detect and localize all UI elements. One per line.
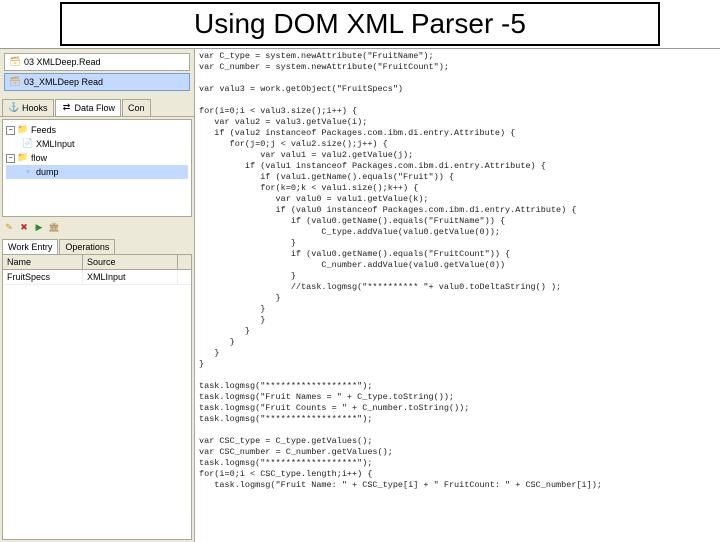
hook-icon: ⚓ [8, 102, 20, 114]
table-row[interactable]: FruitSpecs XMLInput [3, 270, 191, 285]
project-icon: 🗃 [9, 56, 21, 68]
cell-name: FruitSpecs [3, 270, 83, 284]
project-label: 03 XMLDeep.Read [24, 57, 101, 67]
delete-icon[interactable]: ✖ [18, 222, 30, 234]
tab-config[interactable]: Con [122, 99, 151, 116]
project-selector: 🗃 03 XMLDeep.Read 🗃 03_XMLDeep Read [0, 49, 194, 97]
bottom-tabs: Work Entry Operations [0, 237, 194, 254]
tab-hooks[interactable]: ⚓ Hooks [2, 99, 54, 116]
app-frame: 🗃 03 XMLDeep.Read 🗃 03_XMLDeep Read ⚓ Ho… [0, 48, 720, 542]
component-icon: ▫ [22, 166, 34, 178]
collapse-icon[interactable]: − [6, 126, 15, 135]
tree-item-selected[interactable]: ▫ dump [6, 165, 188, 179]
code-editor[interactable]: var C_type = system.newAttribute("FruitN… [195, 49, 720, 542]
tab-workentry[interactable]: Work Entry [2, 239, 58, 254]
folder-icon: 📁 [17, 152, 29, 164]
project-icon: 🗃 [9, 76, 21, 88]
folder-icon: 📁 [17, 124, 29, 136]
left-tabs: ⚓ Hooks ⇄ Data Flow Con [0, 97, 194, 117]
tree-root[interactable]: − 📁 Feeds [6, 123, 188, 137]
tree-panel: − 📁 Feeds 📄 XMLInput − 📁 flow ▫ dump [2, 119, 192, 217]
doc-icon: 📄 [22, 138, 34, 150]
stop-icon[interactable]: 🏛 [48, 222, 60, 234]
tree-item[interactable]: 📄 XMLInput [6, 137, 188, 151]
tab-operations[interactable]: Operations [59, 239, 115, 254]
project-item-selected[interactable]: 🗃 03_XMLDeep Read [4, 73, 190, 91]
slide-title: Using DOM XML Parser -5 [60, 2, 660, 46]
project-label: 03_XMLDeep Read [24, 77, 103, 87]
flow-icon: ⇄ [61, 102, 73, 114]
table-header: Name Source [3, 255, 191, 270]
left-panel: 🗃 03 XMLDeep.Read 🗃 03_XMLDeep Read ⚓ Ho… [0, 49, 195, 542]
col-header-name[interactable]: Name [3, 255, 83, 269]
work-entry-table: Name Source FruitSpecs XMLInput [2, 254, 192, 540]
toolbar: ✎ ✖ ▶ 🏛 [0, 219, 194, 237]
cell-source: XMLInput [83, 270, 178, 284]
project-item[interactable]: 🗃 03 XMLDeep.Read [4, 53, 190, 71]
collapse-icon[interactable]: − [6, 154, 15, 163]
tab-dataflow[interactable]: ⇄ Data Flow [55, 99, 122, 116]
new-icon[interactable]: ✎ [3, 222, 15, 234]
run-icon[interactable]: ▶ [33, 222, 45, 234]
tree-item[interactable]: − 📁 flow [6, 151, 188, 165]
col-header-source[interactable]: Source [83, 255, 178, 269]
